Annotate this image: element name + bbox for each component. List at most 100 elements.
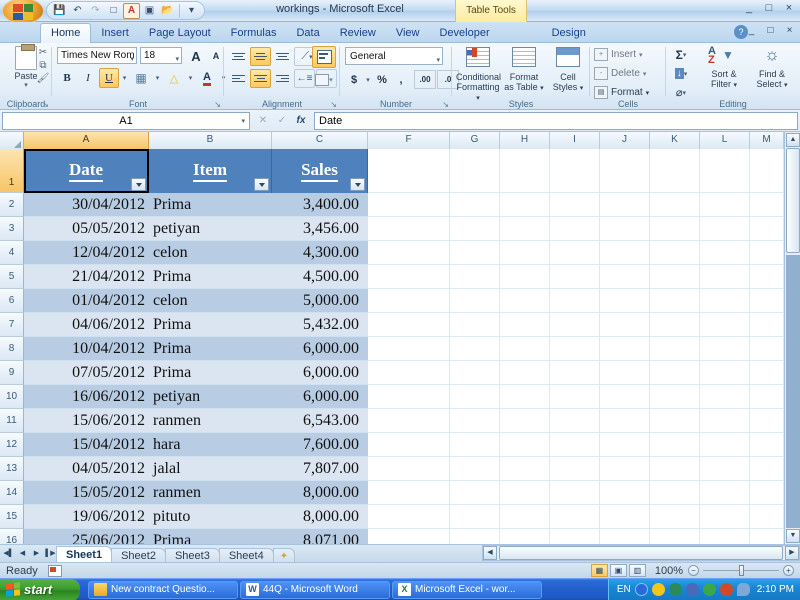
cell-g[interactable] — [450, 457, 500, 481]
cell-sales[interactable]: 6,000.00 — [272, 337, 368, 361]
format-as-table-button[interactable]: Format as Table ▾ — [502, 45, 546, 94]
minimize-button[interactable]: _ — [742, 2, 756, 14]
cell-a1-date-header[interactable]: Date — [24, 149, 149, 193]
cell-l[interactable] — [700, 265, 750, 289]
cell-i[interactable] — [550, 337, 600, 361]
close-button[interactable]: × — [782, 2, 796, 14]
cell-item[interactable]: jalal — [149, 457, 272, 481]
cell-sales[interactable]: 3,400.00 — [272, 193, 368, 217]
zoom-track[interactable] — [703, 565, 779, 576]
cell-item[interactable]: celon — [149, 241, 272, 265]
cell-l[interactable] — [700, 193, 750, 217]
cell-h[interactable] — [500, 433, 550, 457]
cell-l[interactable] — [700, 289, 750, 313]
cell-h[interactable] — [500, 313, 550, 337]
cell-f[interactable] — [368, 433, 450, 457]
row-header-13[interactable]: 13 — [0, 457, 24, 481]
chevron-down-icon[interactable]: ▾ — [175, 52, 179, 68]
cell-l[interactable] — [700, 337, 750, 361]
cell-f[interactable] — [368, 385, 450, 409]
chevron-down-icon[interactable]: ▾ — [130, 52, 134, 68]
cell-k[interactable] — [650, 481, 700, 505]
merge-center-button[interactable]: ▾ — [312, 70, 336, 90]
alignment-dialog-launcher[interactable]: ↘ — [330, 100, 337, 109]
cell-k[interactable] — [650, 241, 700, 265]
cell-item[interactable]: Prima — [149, 313, 272, 337]
scroll-right-button[interactable]: ▶ — [785, 546, 799, 560]
app-icon[interactable] — [685, 583, 699, 596]
view-normal-button[interactable]: ▦ — [590, 564, 608, 577]
cell-f[interactable] — [368, 457, 450, 481]
cell-m[interactable] — [750, 481, 784, 505]
cell-f[interactable] — [368, 265, 450, 289]
column-header-b[interactable]: B — [149, 132, 272, 149]
scroll-left-button[interactable]: ◀ — [483, 546, 497, 560]
cell-k[interactable] — [650, 409, 700, 433]
table-row[interactable]: 04/06/2012 Prima 5,432.00 — [24, 313, 800, 337]
align-top-button[interactable] — [228, 47, 249, 66]
table-row[interactable]: 15/06/2012 ranmen 6,543.00 — [24, 409, 800, 433]
cell-item[interactable]: Prima — [149, 193, 272, 217]
table-row[interactable]: 16/06/2012 petiyan 6,000.00 — [24, 385, 800, 409]
accounting-format-button[interactable]: $ — [345, 70, 363, 89]
sheet-tab-sheet1[interactable]: Sheet1 — [56, 546, 113, 563]
cell-g[interactable] — [450, 505, 500, 529]
cell-h[interactable] — [500, 481, 550, 505]
row-header-3[interactable]: 3 — [0, 217, 24, 241]
cell-k1[interactable] — [650, 149, 700, 193]
cell-sales[interactable]: 6,000.00 — [272, 385, 368, 409]
cell-sales[interactable]: 7,600.00 — [272, 433, 368, 457]
cell-item[interactable]: petiyan — [149, 217, 272, 241]
zoom-in-button[interactable]: + — [783, 565, 794, 576]
cell-k[interactable] — [650, 505, 700, 529]
cell-f1[interactable] — [368, 149, 450, 193]
cell-k[interactable] — [650, 217, 700, 241]
cell-k[interactable] — [650, 265, 700, 289]
vertical-scrollbar[interactable]: ▲ ▼ — [784, 132, 800, 544]
cell-i[interactable] — [550, 433, 600, 457]
bold-button[interactable]: B — [57, 68, 77, 88]
cell-m[interactable] — [750, 313, 784, 337]
borders-arrow[interactable]: ▾ — [153, 68, 162, 88]
cell-sales[interactable]: 8,071.00 — [272, 529, 368, 544]
sort-filter-button[interactable]: A Z ▼ Sort & Filter ▾ — [702, 45, 746, 91]
filter-dropdown-item[interactable] — [254, 178, 269, 191]
insert-cells-button[interactable]: + Insert ▾ — [594, 48, 643, 61]
vertical-scroll-thumb[interactable] — [786, 148, 800, 253]
underline-button[interactable]: U — [99, 68, 119, 88]
cell-j[interactable] — [600, 361, 650, 385]
delete-arrow[interactable]: ▾ — [643, 70, 647, 78]
cell-l[interactable] — [700, 313, 750, 337]
tab-home[interactable]: Home — [40, 23, 92, 43]
cell-item[interactable]: petiyan — [149, 385, 272, 409]
cell-i[interactable] — [550, 241, 600, 265]
tab-developer[interactable]: Developer — [429, 24, 499, 43]
cell-i[interactable] — [550, 529, 600, 544]
row-header-10[interactable]: 10 — [0, 385, 24, 409]
cell-sales[interactable]: 5,000.00 — [272, 289, 368, 313]
cell-item[interactable]: Prima — [149, 265, 272, 289]
tab-view[interactable]: View — [386, 24, 430, 43]
cell-j[interactable] — [600, 337, 650, 361]
row-header-14[interactable]: 14 — [0, 481, 24, 505]
cell-j[interactable] — [600, 505, 650, 529]
conditional-formatting-button[interactable]: Conditional Formatting ▾ — [456, 45, 501, 104]
autosum-button[interactable]: Σ ▾ — [670, 46, 692, 63]
name-box[interactable]: A1 ▾ — [2, 111, 250, 130]
cell-m[interactable] — [750, 241, 784, 265]
cell-m[interactable] — [750, 265, 784, 289]
table-row[interactable]: 12/04/2012 celon 4,300.00 — [24, 241, 800, 265]
cell-k[interactable] — [650, 337, 700, 361]
cell-m1[interactable] — [750, 149, 784, 193]
cell-f[interactable] — [368, 529, 450, 544]
filter-dropdown-date[interactable] — [131, 178, 146, 191]
insert-function-icon[interactable]: fx — [293, 115, 309, 126]
cell-date[interactable]: 04/05/2012 — [24, 457, 149, 481]
cell-date[interactable]: 19/06/2012 — [24, 505, 149, 529]
cell-k[interactable] — [650, 457, 700, 481]
cell-i[interactable] — [550, 193, 600, 217]
cell-k[interactable] — [650, 193, 700, 217]
align-center-button[interactable] — [250, 69, 271, 88]
row-header-15[interactable]: 15 — [0, 505, 24, 529]
cell-i[interactable] — [550, 361, 600, 385]
